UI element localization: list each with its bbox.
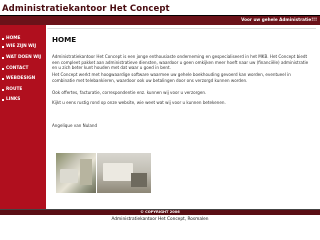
sidebar-nav: HOME WIE ZIJN WIJ WAT DOEN WIJ CONTACT W… <box>0 25 46 209</box>
sidebar-item-label: HOME <box>6 36 21 41</box>
bullet-icon <box>0 95 4 104</box>
services-paragraph: Ook offertes, facturatie, correspondenti… <box>52 90 207 95</box>
signature: Angelique van Nuland <box>52 123 98 128</box>
sidebar-item-label: CONTACT <box>6 66 29 71</box>
software-paragraph: Het Concept werkt met hoogwaardige softw… <box>52 72 291 83</box>
page-title: HOME <box>52 35 77 44</box>
office-photo-2 <box>97 153 151 193</box>
sidebar-item-label: WEBDESIGN <box>6 76 36 81</box>
sidebar-item-wat-doen-wij[interactable]: WAT DOEN WIJ <box>0 53 46 62</box>
tagline-bar: Voor uw gehele Administratie!!! <box>0 16 320 25</box>
site-title: Administratiekantoor Het Concept <box>2 4 170 14</box>
bullet-icon <box>0 42 4 51</box>
footer-company: Administratiekantoor Het Concept, Rosmal… <box>111 217 209 222</box>
sidebar-item-label: WAT DOEN WIJ <box>6 55 42 60</box>
sidebar-item-label: LINKS <box>6 97 21 102</box>
copyright-text: © COPYRIGHT 2006 <box>140 210 180 214</box>
sidebar-item-links[interactable]: LINKS <box>0 95 46 104</box>
bullet-icon <box>0 64 4 73</box>
office-photo-1 <box>56 153 96 193</box>
copyright-bar: © COPYRIGHT 2006 <box>0 210 320 215</box>
tagline: Voor uw gehele Administratie!!! <box>241 17 317 22</box>
sidebar-item-webdesign[interactable]: WEBDESIGN <box>0 74 46 83</box>
invitation-paragraph: Kijkt u eens rustig rond op onze website… <box>52 100 226 105</box>
bullet-icon <box>0 74 4 83</box>
bullet-icon <box>0 85 4 94</box>
sidebar-item-contact[interactable]: CONTACT <box>0 64 46 73</box>
bullet-icon <box>0 53 4 62</box>
site-header: Administratiekantoor Het Concept <box>0 0 320 17</box>
intro-paragraph: Administratiekantoor Het Concept is een … <box>52 54 309 71</box>
sidebar-item-label: WIE ZIJN WIJ <box>6 44 37 49</box>
sidebar-item-label: ROUTE <box>6 87 23 92</box>
sidebar-item-wie-zijn-wij[interactable]: WIE ZIJN WIJ <box>0 42 46 51</box>
sidebar-item-route[interactable]: ROUTE <box>0 85 46 94</box>
